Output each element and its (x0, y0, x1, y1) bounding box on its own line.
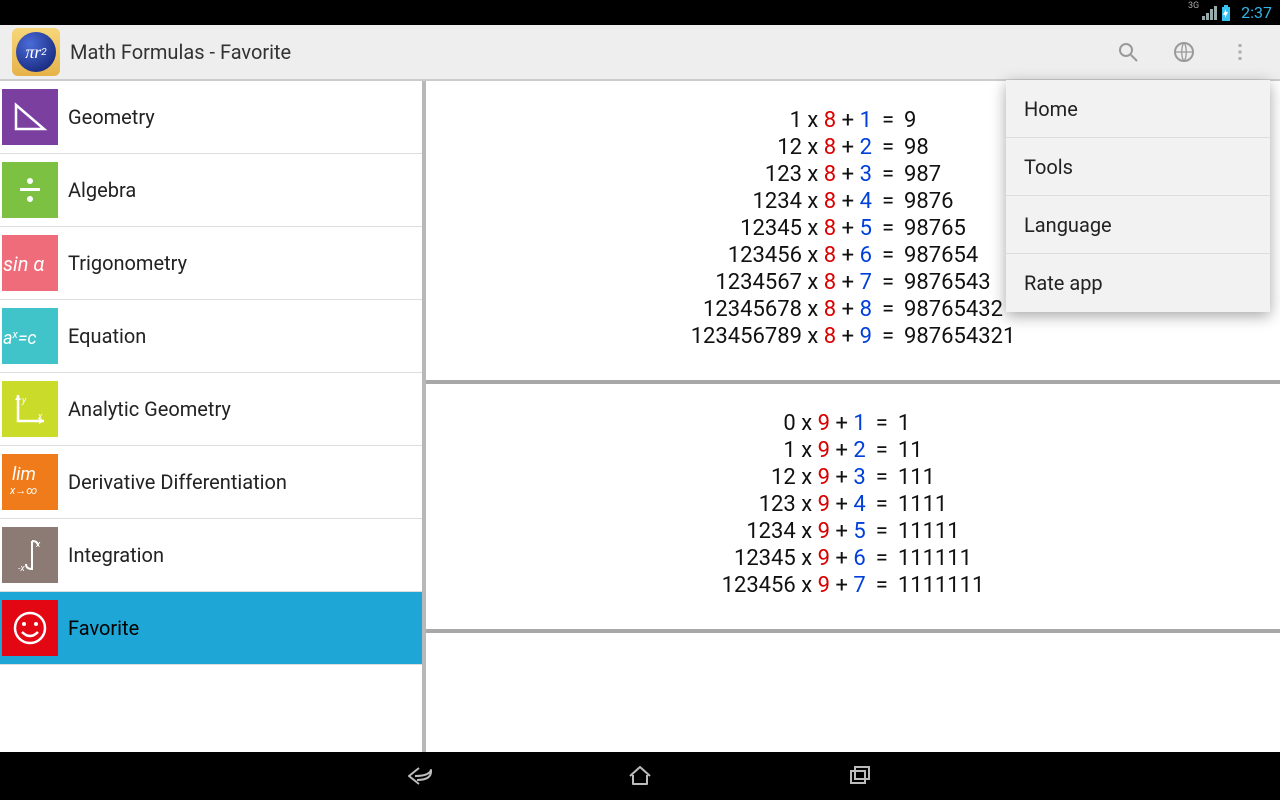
equation-row: 12 x 9 + 3 = 111 (718, 464, 989, 491)
nav-back-button[interactable] (400, 756, 440, 796)
category-icon (2, 600, 58, 656)
svg-text:x: x (37, 412, 43, 422)
menu-item-home[interactable]: Home (1006, 80, 1270, 138)
formula-block: 0 x 9 + 1 = 1 1 x 9 + 2 = 11 12 x 9 + 3 … (426, 384, 1280, 633)
category-icon: sin α (2, 235, 58, 291)
search-button[interactable] (1100, 24, 1156, 80)
sidebar-item-label: Geometry (68, 105, 155, 129)
equation-row: 12345678 x 8 + 8 = 98765432 (687, 296, 1020, 323)
globe-button[interactable] (1156, 24, 1212, 80)
status-clock: 2:37 (1241, 3, 1272, 22)
menu-item-rate-app[interactable]: Rate app (1006, 254, 1270, 312)
overflow-menu: HomeToolsLanguageRate app (1006, 80, 1270, 312)
svg-text:sin α: sin α (3, 252, 44, 276)
sidebar-item-favorite[interactable]: Favorite (0, 592, 422, 665)
category-icon: ax=c (2, 308, 58, 364)
sidebar-item-label: Integration (68, 543, 164, 567)
sidebar-item-label: Trigonometry (68, 251, 187, 275)
sidebar-item-label: Derivative Differentiation (68, 470, 287, 494)
app-icon[interactable]: πr2 (12, 28, 60, 76)
nav-recent-button[interactable] (840, 756, 880, 796)
nav-home-button[interactable] (620, 756, 660, 796)
globe-icon (1172, 40, 1196, 64)
svg-text:ax=c: ax=c (3, 328, 37, 349)
equation-row: 1234 x 8 + 4 = 9876 (687, 188, 1020, 215)
search-icon (1116, 40, 1140, 64)
signal-icon (1201, 5, 1217, 21)
equation-row: 1 x 8 + 1 = 9 (687, 107, 1020, 134)
category-icon: yx (2, 381, 58, 437)
equation-row: 1 x 9 + 2 = 11 (718, 437, 989, 464)
sidebar-item-analytic-geometry[interactable]: yx Analytic Geometry (0, 373, 422, 446)
svg-text:x→∞: x→∞ (9, 484, 37, 497)
network-label: 3G (1188, 1, 1199, 11)
sidebar-item-label: Equation (68, 324, 146, 348)
sidebar-item-label: Favorite (68, 616, 139, 640)
recent-icon (847, 764, 873, 788)
category-icon (2, 89, 58, 145)
equation-row: 123456789 x 8 + 9 = 987654321 (687, 323, 1020, 350)
equation-row: 1234 x 9 + 5 = 11111 (718, 518, 989, 545)
menu-item-tools[interactable]: Tools (1006, 138, 1270, 196)
category-icon (2, 162, 58, 218)
sidebar-item-algebra[interactable]: Algebra (0, 154, 422, 227)
equation-row: 12345 x 9 + 6 = 111111 (718, 545, 989, 572)
category-icon: x -x (2, 527, 58, 583)
equation-row: 0 x 9 + 1 = 1 (718, 410, 989, 437)
nav-bar (0, 752, 1280, 800)
more-vert-icon (1228, 40, 1252, 64)
equation-row: 1234567 x 8 + 7 = 9876543 (687, 269, 1020, 296)
status-bar: 3G 2:37 (0, 0, 1280, 25)
menu-item-language[interactable]: Language (1006, 196, 1270, 254)
action-bar: πr2 Math Formulas - Favorite (0, 25, 1280, 81)
battery-icon (1221, 5, 1231, 21)
back-icon (405, 764, 435, 788)
sidebar-item-label: Algebra (68, 178, 136, 202)
category-icon: limx→∞ (2, 454, 58, 510)
sidebar-item-equation[interactable]: ax=c Equation (0, 300, 422, 373)
sidebar-item-trigonometry[interactable]: sin α Trigonometry (0, 227, 422, 300)
svg-text:y: y (21, 396, 27, 406)
sidebar-item-geometry[interactable]: Geometry (0, 81, 422, 154)
sidebar: Geometry Algebra sin α Trigonometry ax=c… (0, 81, 426, 752)
page-title: Math Formulas - Favorite (70, 40, 291, 64)
equation-row: 123456 x 9 + 7 = 1111111 (718, 572, 989, 599)
svg-text:x: x (35, 540, 41, 550)
equation-row: 12345 x 8 + 5 = 98765 (687, 215, 1020, 242)
equation-row: 123 x 8 + 3 = 987 (687, 161, 1020, 188)
svg-text:lim: lim (12, 464, 36, 485)
sidebar-item-derivative-differentiation[interactable]: limx→∞ Derivative Differentiation (0, 446, 422, 519)
sidebar-item-label: Analytic Geometry (68, 397, 231, 421)
equation-row: 123 x 9 + 4 = 1111 (718, 491, 989, 518)
equation-row: 12 x 8 + 2 = 98 (687, 134, 1020, 161)
svg-text:-x: -x (18, 564, 25, 574)
sidebar-item-partial[interactable] (0, 665, 422, 683)
home-icon (627, 764, 653, 788)
overflow-button[interactable] (1212, 24, 1268, 80)
equation-row: 123456 x 8 + 6 = 987654 (687, 242, 1020, 269)
sidebar-item-integration[interactable]: x -x Integration (0, 519, 422, 592)
